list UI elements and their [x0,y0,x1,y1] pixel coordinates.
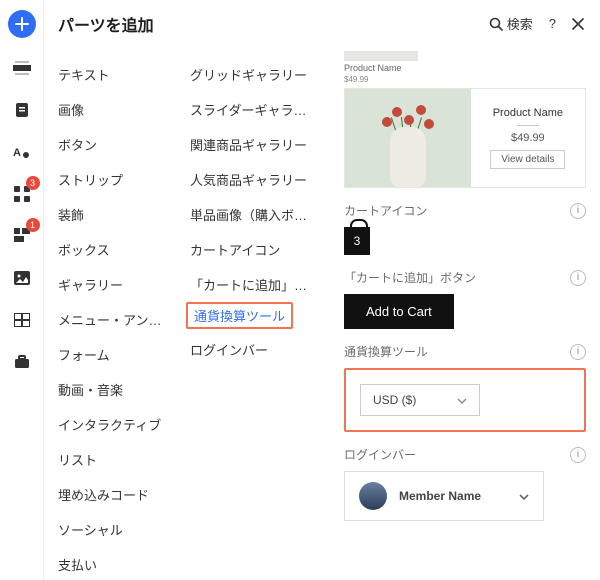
rail-item-sections2[interactable]: 1 [10,224,34,248]
help-button[interactable]: ? [545,12,560,35]
left-rail: A 3 1 [0,0,44,580]
sub-grid-gallery[interactable]: グリッドギャラリー [176,57,330,92]
divider [517,125,539,126]
sub-currency-tool[interactable]: 通貨換算ツール [186,302,293,329]
add-button[interactable] [8,10,36,38]
login-section-label: ログインバー [344,446,416,463]
badge-apps: 3 [26,176,40,190]
layout-icon [14,228,30,244]
currency-select[interactable]: USD ($) [360,384,480,416]
cat-list[interactable]: リスト [44,442,176,477]
rail-item-apps[interactable]: 3 [10,182,34,206]
design-icon: A [13,144,31,160]
view-details-button[interactable]: View details [490,150,565,169]
info-icon[interactable]: i [570,344,586,360]
cat-image[interactable]: 画像 [44,92,176,127]
info-icon[interactable]: i [570,203,586,219]
currency-section-label: 通貨換算ツール [344,343,428,360]
product-name: Product Name [493,107,563,119]
add-to-cart-section-label: 「カートに追加」ボタン [344,269,476,286]
product-image [345,89,471,187]
cat-box[interactable]: ボックス [44,232,176,267]
rail-item-media[interactable] [10,266,34,290]
page-icon [15,102,29,118]
cat-decorative[interactable]: 装飾 [44,197,176,232]
info-icon[interactable]: i [570,270,586,286]
cat-form[interactable]: フォーム [44,337,176,372]
tiny-product-price: $49.99 [344,75,586,84]
tiny-product-card[interactable]: Product Name $49.99 [344,51,586,84]
avatar [359,482,387,510]
sub-single-image[interactable]: 単品画像（購入ボタ... [176,197,330,232]
rail-item-data[interactable] [10,308,34,332]
preview-column: Product Name $49.99 Product Name $49.99 … [330,51,600,580]
cat-embed[interactable]: 埋め込みコード [44,477,176,512]
rail-item-design[interactable]: A [10,140,34,164]
currency-highlight: USD ($) [344,368,586,432]
rail-item-business[interactable] [10,350,34,374]
badge-sections2: 1 [26,218,40,232]
cart-count: 3 [344,227,370,255]
grid-icon [14,313,30,327]
apps-icon [14,186,30,202]
svg-text:A: A [13,147,21,159]
search-icon [489,17,503,31]
cat-menu-anchor[interactable]: メニュー・アンカー [44,302,176,337]
info-icon[interactable]: i [570,447,586,463]
panel-title: パーツを追加 [58,12,477,36]
sub-add-to-cart[interactable]: 「カートに追加」ボ... [176,267,330,302]
login-bar-preview[interactable]: Member Name [344,471,544,521]
image-icon [14,271,30,285]
sub-slider-gallery[interactable]: スライダーギャラリー [176,92,330,127]
panel-header: パーツを追加 検索 ? [44,0,600,51]
category-list: テキスト 画像 ボタン ストリップ 装飾 ボックス ギャラリー メニュー・アンカ… [44,51,176,580]
sub-popular-gallery[interactable]: 人気商品ギャラリー [176,162,330,197]
tiny-product-image [344,51,418,61]
sub-cart-icon[interactable]: カートアイコン [176,232,330,267]
cat-strip[interactable]: ストリップ [44,162,176,197]
help-icon: ? [549,16,556,31]
cat-button[interactable]: ボタン [44,127,176,162]
cat-payment[interactable]: 支払い [44,547,176,580]
product-price: $49.99 [511,132,545,144]
search-button[interactable]: 検索 [485,10,537,37]
member-name: Member Name [399,489,507,503]
chevron-down-icon [519,491,529,501]
subcategory-list: グリッドギャラリー スライダーギャラリー 関連商品ギャラリー 人気商品ギャラリー… [176,51,330,580]
sections-icon [13,61,31,75]
chevron-down-icon [457,395,467,405]
close-button[interactable] [568,14,588,34]
product-gallery-card[interactable]: Product Name $49.99 View details [344,88,586,188]
search-label: 検索 [507,14,533,33]
cat-social[interactable]: ソーシャル [44,512,176,547]
rail-item-sections[interactable] [10,56,34,80]
cat-gallery[interactable]: ギャラリー [44,267,176,302]
cart-icon-preview[interactable]: 3 [344,227,370,255]
product-info: Product Name $49.99 View details [471,89,585,187]
cart-icon-section-label: カートアイコン [344,202,427,219]
cat-interactive[interactable]: インタラクティブ [44,407,176,442]
plus-icon [15,17,29,31]
close-icon [572,18,584,30]
briefcase-icon [14,355,30,369]
sub-related-gallery[interactable]: 関連商品ギャラリー [176,127,330,162]
rail-item-page[interactable] [10,98,34,122]
tiny-product-name: Product Name [344,63,586,73]
sub-login-bar[interactable]: ログインバー [176,332,330,367]
add-to-cart-button[interactable]: Add to Cart [344,294,454,329]
add-panel: パーツを追加 検索 ? テキスト 画像 ボタン ストリップ 装飾 ボックス ギャ… [44,0,600,580]
cat-text[interactable]: テキスト [44,57,176,92]
cat-video-music[interactable]: 動画・音楽 [44,372,176,407]
currency-value: USD ($) [373,393,416,407]
